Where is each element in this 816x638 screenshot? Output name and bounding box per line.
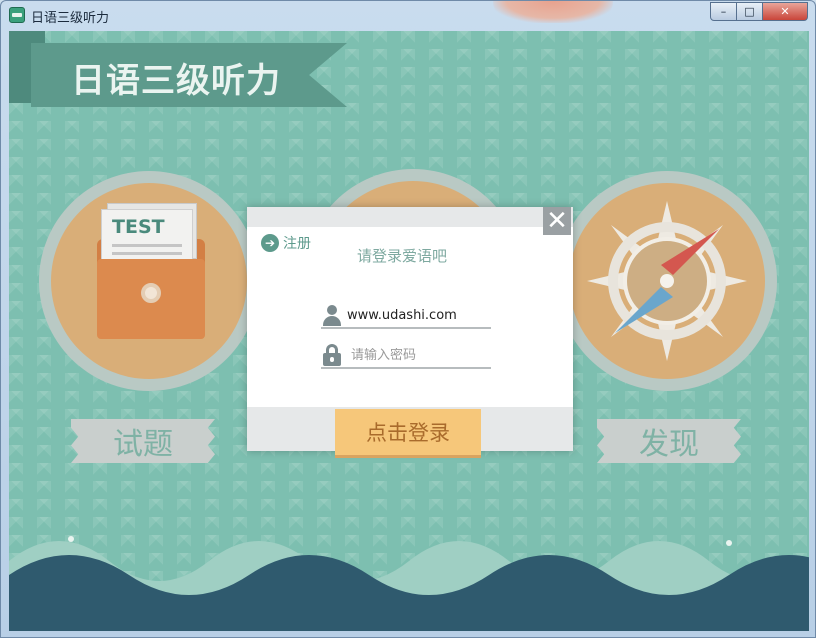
app-icon	[9, 7, 25, 23]
maximize-button[interactable]: □	[737, 2, 763, 21]
register-link[interactable]: ➔ 注册	[261, 233, 311, 253]
lock-icon	[321, 344, 341, 366]
minimize-button[interactable]: –	[710, 2, 737, 21]
app-window: 日语三级听力 – □ ✕ 日语三级听力 TEST 试题 发现 ✕ ➔ 注册 请登…	[0, 0, 816, 638]
window-controls: – □ ✕	[710, 2, 808, 21]
menu-item-test-label: 试题	[113, 427, 173, 462]
register-label: 注册	[283, 236, 311, 252]
menu-item-discover[interactable]: 发现	[597, 419, 741, 463]
menu-item-test[interactable]: 试题	[71, 419, 215, 463]
arrow-right-icon: ➔	[261, 234, 279, 252]
compass-icon	[587, 201, 747, 361]
title-decoration	[493, 1, 613, 23]
dialog-close-button[interactable]: ✕	[543, 207, 571, 235]
menu-item-discover-label: 发现	[639, 427, 699, 462]
username-input[interactable]	[347, 307, 487, 323]
envelope-button	[141, 283, 161, 303]
window-title: 日语三级听力	[31, 11, 110, 26]
discover-circle-button[interactable]	[557, 171, 777, 391]
discover-circle-inner	[569, 183, 765, 379]
test-paper-label: TEST	[112, 216, 165, 238]
password-input[interactable]	[351, 347, 491, 363]
app-client-area: 日语三级听力 TEST 试题 发现 ✕ ➔ 注册 请登录爱语吧 www.udas…	[9, 31, 809, 631]
login-dialog: ✕ ➔ 注册 请登录爱语吧 点击登录	[247, 207, 573, 455]
paper-line	[112, 244, 182, 247]
dialog-heading: 请登录爱语吧	[357, 247, 448, 265]
title-bar[interactable]: 日语三级听力 – □ ✕	[1, 1, 815, 29]
wave-decoration	[9, 536, 809, 631]
username-field[interactable]	[321, 303, 491, 329]
test-circle-inner: TEST	[51, 183, 247, 379]
password-field[interactable]	[321, 343, 491, 369]
user-icon	[321, 304, 343, 326]
banner-title: 日语三级听力	[71, 61, 281, 101]
paper-line	[112, 252, 182, 255]
dialog-top-bar	[247, 207, 573, 227]
login-button[interactable]: 点击登录	[335, 409, 481, 455]
close-window-button[interactable]: ✕	[763, 2, 808, 21]
test-circle-button[interactable]: TEST	[39, 171, 259, 391]
